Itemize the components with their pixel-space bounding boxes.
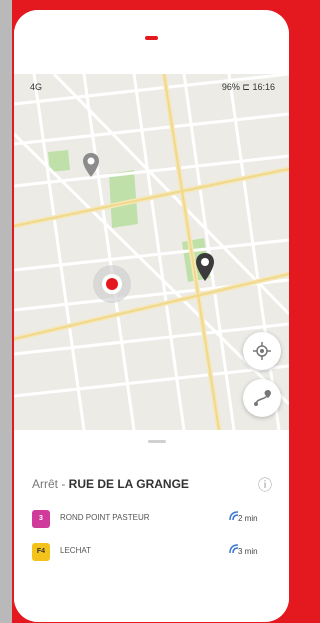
user-location-icon: [92, 264, 132, 309]
info-icon[interactable]: ⓘ: [258, 476, 272, 494]
line-row[interactable]: F4 LECHAT 3 min: [14, 541, 289, 563]
route-button[interactable]: [243, 379, 281, 417]
route-icon: [254, 390, 271, 406]
background-strip: [0, 0, 12, 623]
top-bar: [14, 10, 289, 74]
battery-time: 96% ⊏ 16:16: [221, 82, 275, 92]
line-time: 3 min: [238, 547, 258, 556]
sheet-handle-red[interactable]: [145, 36, 158, 40]
line-badge: F4: [32, 543, 50, 561]
line-row[interactable]: 3 ROND POINT PASTEUR 2 min: [14, 508, 289, 530]
line-destination: ROND POINT PASTEUR: [60, 513, 150, 522]
stop-pin-icon[interactable]: [82, 152, 100, 183]
phone-screen: 4G 96% ⊏ 16:16 Arrêt - RUE DE LA GRANGE …: [14, 10, 289, 622]
locate-button[interactable]: [243, 332, 281, 370]
stop-prefix: Arrêt -: [32, 477, 69, 491]
selected-stop-pin-icon[interactable]: [195, 252, 215, 287]
line-destination: LECHAT: [60, 546, 91, 555]
crosshair-icon: [253, 342, 271, 360]
signal-indicator: 4G: [30, 82, 43, 92]
stop-name: RUE DE LA GRANGE: [68, 477, 189, 491]
bottom-sheet: Arrêt - RUE DE LA GRANGE ⓘ 3 ROND POINT …: [14, 430, 289, 622]
map-view[interactable]: 4G 96% ⊏ 16:16: [14, 74, 289, 430]
line-time: 2 min: [238, 514, 258, 523]
status-bar: 4G 96% ⊏ 16:16: [14, 74, 289, 98]
sheet-grabber[interactable]: [148, 440, 166, 443]
line-badge: 3: [32, 510, 50, 528]
map-roads: [14, 74, 289, 430]
stop-title: Arrêt - RUE DE LA GRANGE: [32, 477, 189, 491]
